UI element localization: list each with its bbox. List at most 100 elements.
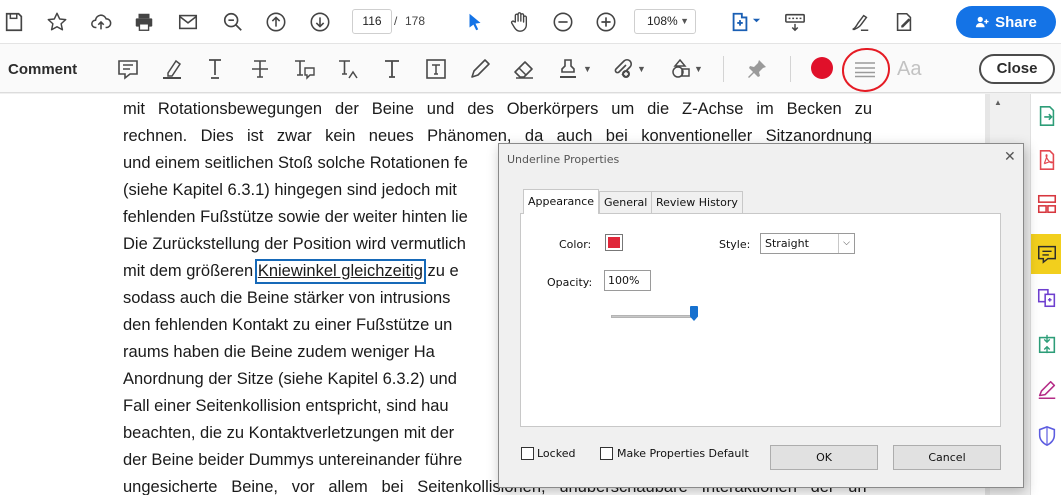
make-default-label: Make Properties Default [617,447,749,460]
organize-pages-icon[interactable] [1031,186,1061,222]
add-text-icon[interactable] [378,55,406,83]
scroll-up-icon[interactable]: ▲ [994,98,1002,107]
underline-properties-dialog: Underline Properties ✕ Appearance Genera… [498,143,1024,488]
doc-line: sodass auch die Beine stärker von intrus… [123,289,451,307]
upload-icon[interactable] [87,8,115,36]
zoom-search-icon[interactable] [219,8,247,36]
opacity-slider-thumb[interactable] [690,306,698,321]
selected-text[interactable]: Kniewinkel gleichzeitig [254,259,426,284]
color-picker-button[interactable] [811,57,833,79]
comment-icon[interactable] [1031,234,1061,274]
protect-icon[interactable] [1031,418,1061,454]
fit-page-icon[interactable] [726,8,754,36]
doc-line: Die Zurückstellung der Position wird ver… [123,235,466,253]
stamp-dropdown-icon[interactable]: ▼ [583,64,592,74]
locked-checkbox[interactable] [521,447,534,460]
share-button[interactable]: Share [956,6,1056,38]
tab-appearance[interactable]: Appearance [523,189,600,214]
doc-text: zu e [427,262,459,280]
opacity-slider-track[interactable] [611,315,695,318]
insert-text-icon[interactable] [334,55,362,83]
right-tools-rail [1030,94,1061,495]
close-button[interactable]: Close [979,54,1055,84]
combine-files-icon[interactable] [1031,280,1061,316]
sign-icon[interactable] [846,8,874,36]
zoom-value: 108% [647,14,678,28]
opacity-input[interactable]: 100% [604,270,651,291]
export-pdf-icon[interactable] [1031,98,1061,134]
page-up-icon[interactable] [262,8,290,36]
fit-page-dropdown-icon[interactable] [751,15,761,25]
style-label: Style: [719,238,751,251]
pin-icon[interactable] [743,55,771,83]
doc-line: und einem seitlichen Stoß solche Rotatio… [123,154,468,172]
page-number-input[interactable]: 116 [352,9,392,34]
doc-line: Anordnung der Sitze (siehe Kapitel 6.3.2… [123,370,457,388]
toolbar-divider [790,56,791,82]
shapes-dropdown-icon[interactable]: ▼ [694,64,703,74]
color-swatch[interactable] [605,234,623,251]
attach-icon[interactable] [608,55,636,83]
doc-line: beachten, die zu Kontaktverletzungen mit… [123,424,455,442]
dialog-title: Underline Properties [507,153,620,166]
select-arrow-icon[interactable] [461,8,489,36]
ok-button[interactable]: OK [770,445,878,470]
keyboard-scroll-icon[interactable] [781,8,809,36]
stamp-icon[interactable] [554,55,582,83]
page-down-icon[interactable] [306,8,334,36]
share-user-icon [976,16,989,28]
zoom-out-icon[interactable] [549,8,577,36]
eraser-icon[interactable] [510,55,538,83]
doc-line: den fehlenden Kontakt zu einer Fußstütze… [123,316,453,334]
zoom-select[interactable]: 108% ▼ [634,9,696,34]
hand-icon[interactable] [505,8,533,36]
style-value: Straight [765,237,809,250]
style-select[interactable]: Straight ⌵ [760,233,855,254]
locked-label: Locked [537,447,576,460]
chevron-down-icon: ▼ [680,16,689,26]
doc-line: der Beine beider Dummys untereinander fü… [123,451,463,469]
sticky-note-icon[interactable] [114,55,142,83]
replace-text-icon[interactable] [290,55,318,83]
toolbar-divider [723,56,724,82]
compress-icon[interactable] [1031,326,1061,362]
highlight-icon[interactable] [158,55,186,83]
doc-line: mit Rotationsbewegungen der Beine und de… [123,100,872,118]
text-box-icon[interactable] [422,55,450,83]
doc-line: Fall einer Seitenkollision entspricht, s… [123,397,449,415]
color-label: Color: [559,238,592,251]
doc-line: raums haben die Beine zudem weniger Ha [123,343,435,361]
page-separator: / [394,14,398,28]
share-label: Share [995,13,1037,31]
appearance-panel: Color: Style: Straight ⌵ Opacity: 100% [520,213,1001,427]
print-icon[interactable] [130,8,158,36]
save-icon[interactable] [0,8,28,36]
chevron-down-icon: ⌵ [838,234,854,253]
doc-line: fehlenden Fußstütze sowie der weiter hin… [123,208,468,226]
attach-dropdown-icon[interactable]: ▼ [637,64,646,74]
doc-line: (siehe Kapitel 6.3.1) hingegen sind jedo… [123,181,457,199]
color-swatch-fill [608,237,620,248]
zoom-in-icon[interactable] [592,8,620,36]
fill-sign-icon[interactable] [1031,372,1061,408]
make-default-checkbox[interactable] [600,447,613,460]
doc-line: mit dem größeren Kniewinkel gleichzeitig… [123,259,459,284]
doc-text: mit dem größeren [123,262,254,280]
email-icon[interactable] [174,8,202,36]
dialog-close-icon[interactable]: ✕ [1004,149,1016,165]
font-properties-button[interactable]: Aa [897,58,921,81]
draw-pencil-icon[interactable] [466,55,494,83]
star-icon[interactable] [43,8,71,36]
tab-general[interactable]: General [599,191,653,213]
strikethrough-icon[interactable] [246,55,274,83]
comment-toolbar-title: Comment [8,61,78,78]
create-pdf-icon[interactable] [1031,142,1061,178]
underline-text-icon[interactable] [201,55,229,83]
page-total: 178 [405,14,426,28]
main-toolbar: 116 / 178 108% ▼ Share [0,0,1061,44]
tab-review-history[interactable]: Review History [651,191,743,213]
fill-edit-icon[interactable] [890,8,918,36]
shapes-icon[interactable] [666,55,694,83]
cancel-button[interactable]: Cancel [893,445,1001,470]
opacity-label: Opacity: [547,276,593,289]
